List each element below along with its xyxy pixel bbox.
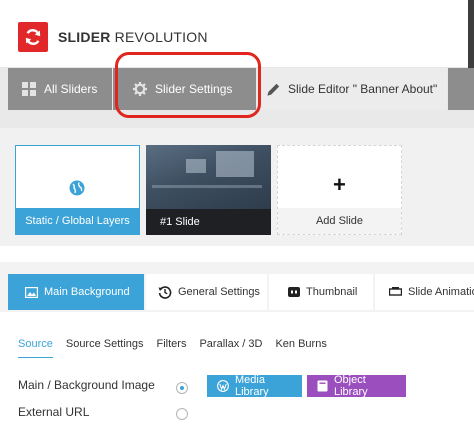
add-slide-label: Add Slide bbox=[278, 208, 401, 234]
pencil-icon bbox=[267, 83, 280, 96]
tab-slider-settings-label: Slider Settings bbox=[155, 82, 233, 96]
slide-tile-1[interactable]: #1 Slide bbox=[146, 145, 271, 235]
tab-all-sliders[interactable]: All Sliders bbox=[8, 68, 112, 110]
image-icon bbox=[25, 286, 38, 298]
main-nav: All Sliders Slider Settings Slide Editor… bbox=[0, 68, 474, 128]
tab-overflow[interactable] bbox=[448, 68, 474, 110]
tab-main-background[interactable]: Main Background bbox=[8, 274, 144, 310]
subtab-source[interactable]: Source bbox=[18, 338, 53, 358]
background-sub-tabs: Source Source Settings Filters Parallax … bbox=[18, 338, 340, 358]
tab-slide-editor[interactable]: Slide Editor " Banner About" bbox=[257, 68, 447, 110]
tab-main-background-label: Main Background bbox=[44, 286, 130, 298]
slide-thumbnail bbox=[146, 145, 271, 209]
object-library-label: Object Library bbox=[334, 374, 368, 398]
tab-general-settings[interactable]: General Settings bbox=[146, 274, 267, 310]
main-background-image-label: Main / Background Image bbox=[18, 378, 155, 392]
plus-icon: + bbox=[333, 172, 346, 197]
media-library-button[interactable]: Media Library bbox=[207, 374, 302, 398]
tab-all-sliders-label: All Sliders bbox=[44, 82, 98, 96]
tab-general-settings-label: General Settings bbox=[178, 286, 260, 298]
main-background-image-radio[interactable] bbox=[176, 382, 188, 394]
tab-thumbnail[interactable]: Thumbnail bbox=[269, 274, 373, 310]
add-slide-button[interactable]: + Add Slide bbox=[277, 145, 402, 235]
tab-thumbnail-label: Thumbnail bbox=[306, 286, 358, 298]
slides-list: Static / Global Layers #1 Slide + Add Sl… bbox=[0, 128, 474, 246]
tab-slider-settings[interactable]: Slider Settings bbox=[113, 68, 256, 110]
animation-icon bbox=[389, 287, 402, 297]
brand-title: SLIDER REVOLUTION bbox=[58, 29, 208, 45]
book-icon bbox=[317, 380, 328, 392]
header-edge bbox=[468, 0, 474, 68]
gear-icon bbox=[133, 82, 147, 96]
history-icon bbox=[158, 285, 172, 299]
brand-rest: REVOLUTION bbox=[114, 29, 208, 45]
media-library-label: Media Library bbox=[235, 374, 269, 398]
slide-tile-label: Static / Global Layers bbox=[16, 208, 139, 234]
tab-slide-editor-label: Slide Editor " Banner About" bbox=[288, 82, 438, 96]
grid-icon bbox=[22, 82, 36, 96]
refresh-icon bbox=[18, 22, 48, 52]
subtab-filters[interactable]: Filters bbox=[157, 338, 187, 358]
brand-bold: SLIDER bbox=[58, 29, 111, 45]
subtab-parallax-3d[interactable]: Parallax / 3D bbox=[199, 338, 262, 358]
slide-settings-tabs: Main Background General Settings Thumbna… bbox=[0, 262, 474, 312]
header-bar: SLIDER REVOLUTION bbox=[0, 0, 474, 68]
slide-tile-label: #1 Slide bbox=[146, 209, 271, 235]
object-library-button[interactable]: Object Library bbox=[307, 374, 406, 398]
subtab-ken-burns[interactable]: Ken Burns bbox=[275, 338, 326, 358]
subtab-source-settings[interactable]: Source Settings bbox=[66, 338, 144, 358]
slide-tile-static-layers[interactable]: Static / Global Layers bbox=[15, 145, 140, 235]
external-url-label: External URL bbox=[18, 405, 90, 419]
globe-icon bbox=[69, 180, 85, 199]
thumbnail-icon bbox=[288, 287, 300, 297]
wordpress-icon bbox=[217, 380, 229, 392]
tab-slide-animation[interactable]: Slide Animation bbox=[375, 274, 474, 310]
tab-slide-animation-label: Slide Animation bbox=[408, 286, 474, 298]
external-url-radio[interactable] bbox=[176, 408, 188, 420]
